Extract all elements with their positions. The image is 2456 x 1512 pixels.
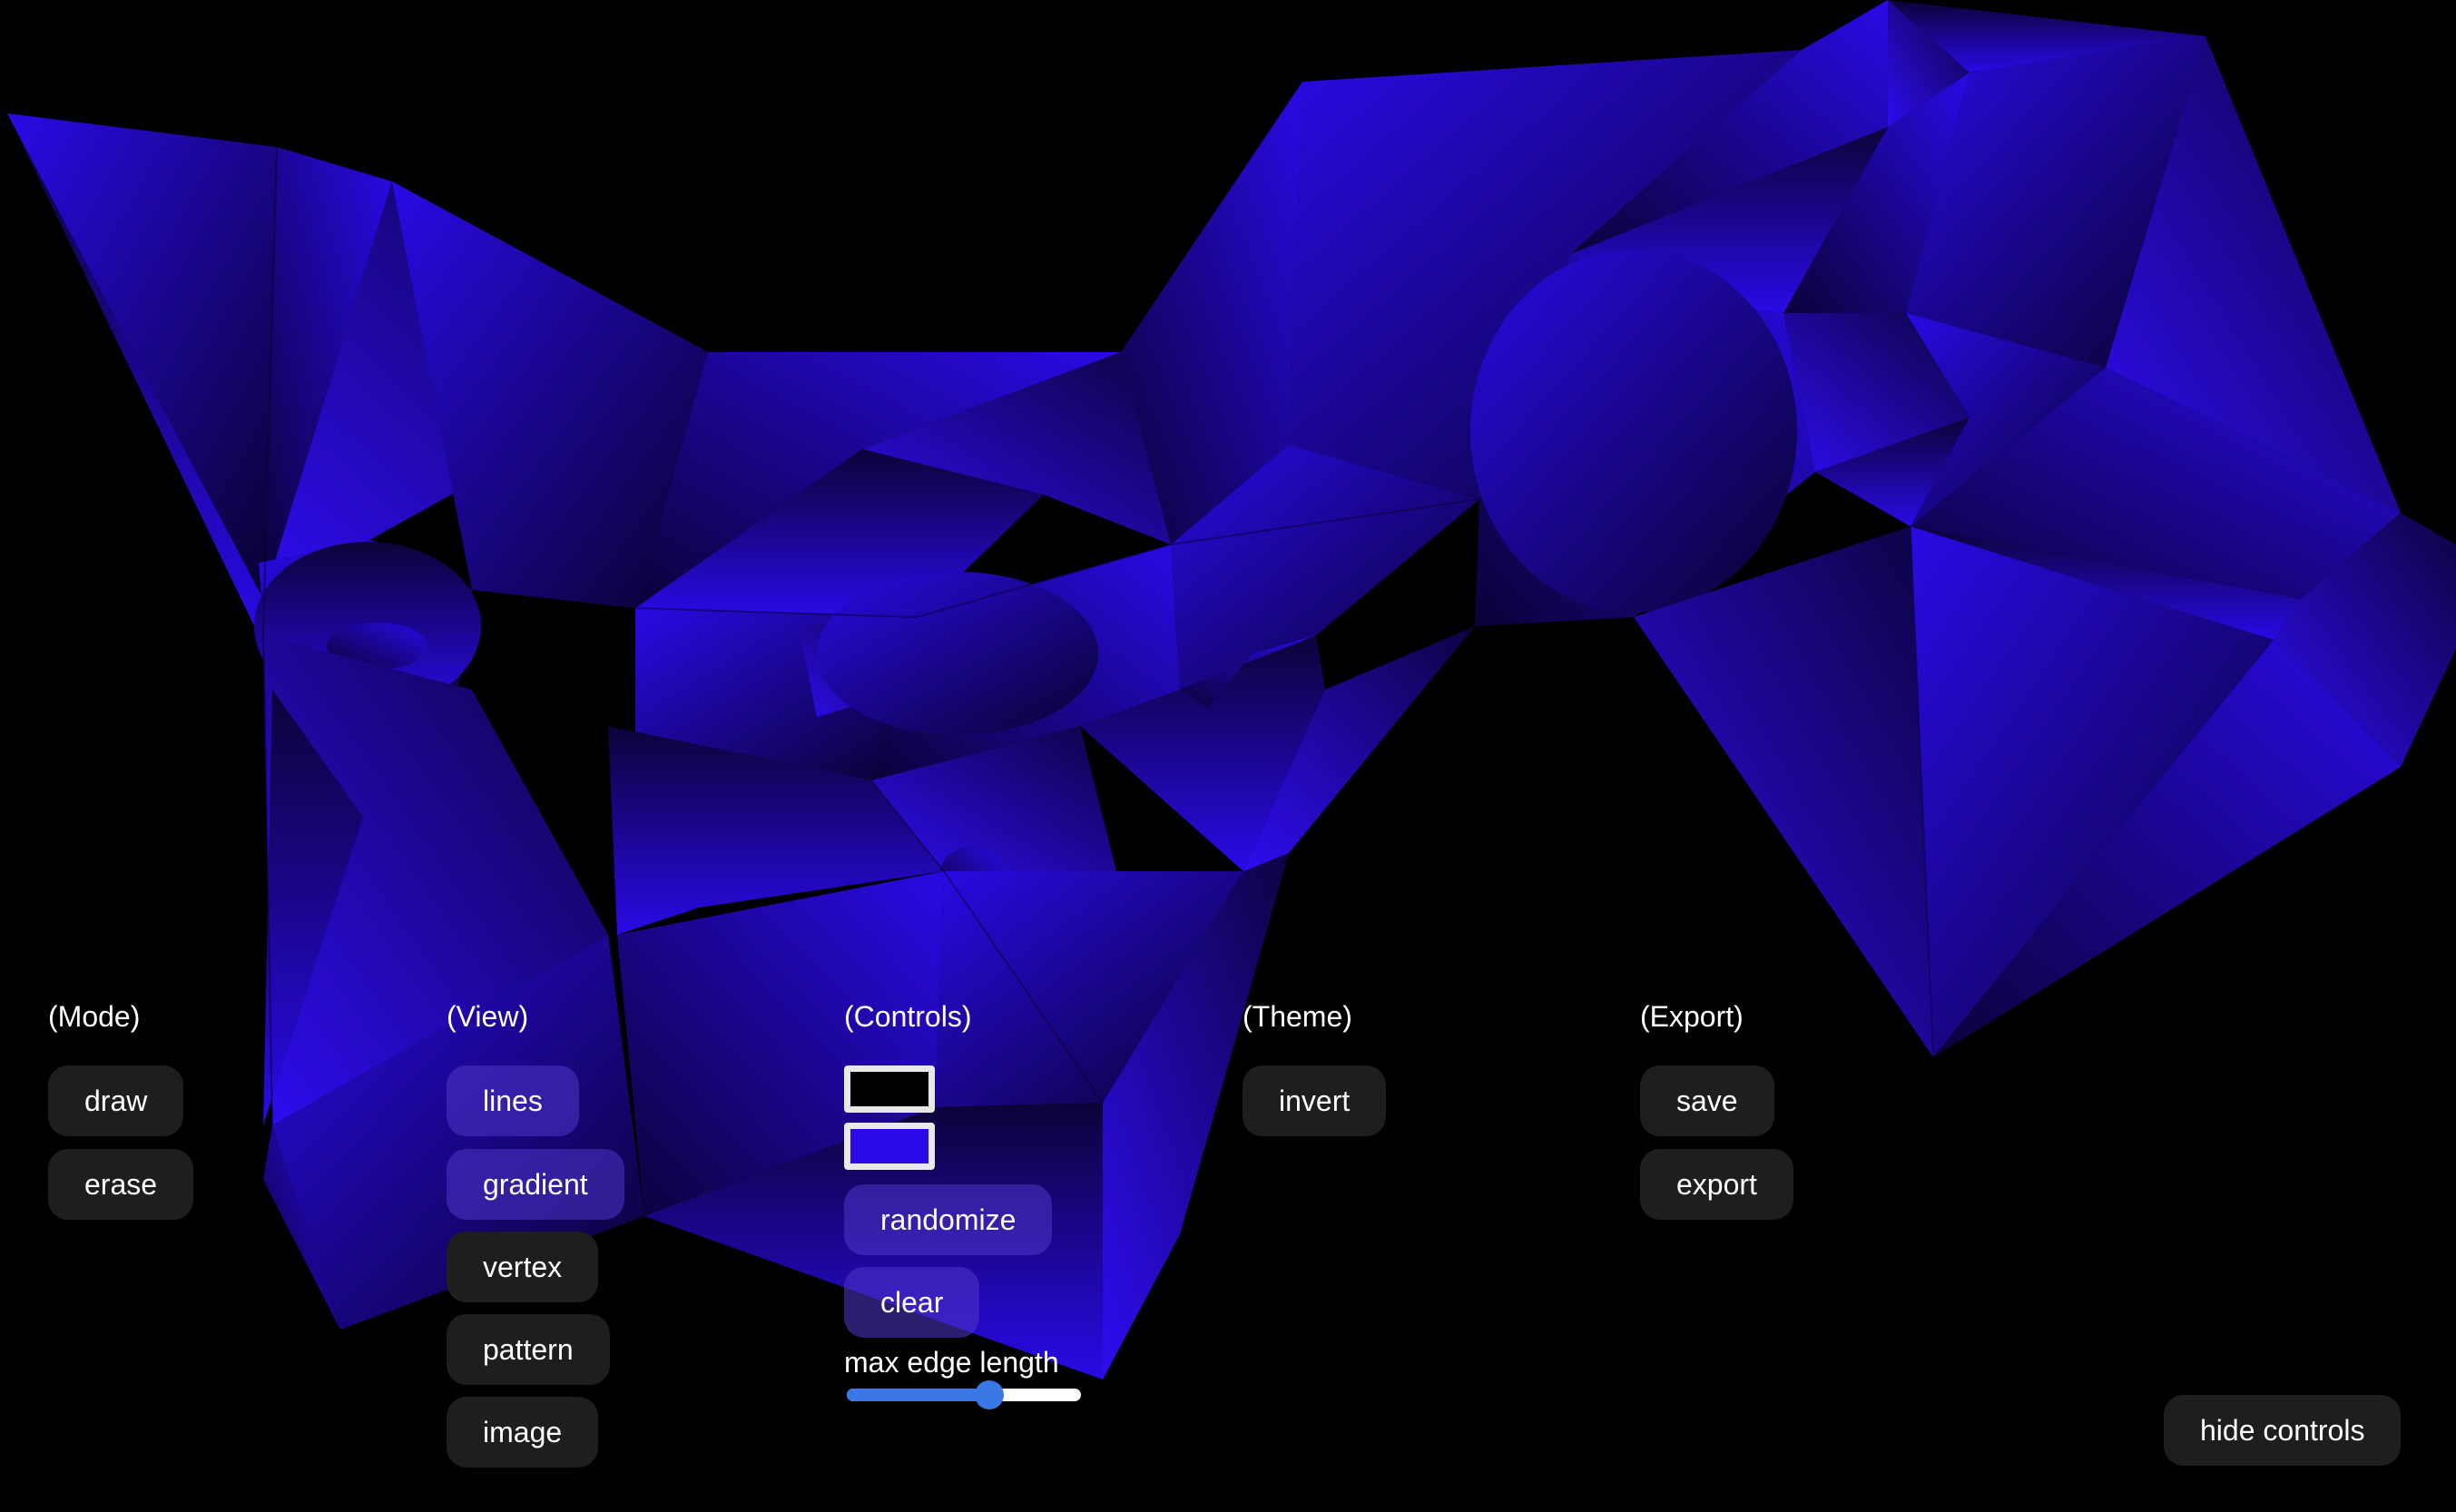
pattern-button[interactable]: pattern [447,1314,610,1385]
invert-button[interactable]: invert [1243,1065,1387,1136]
background-color-swatch[interactable] [844,1065,935,1113]
erase-button[interactable]: erase [48,1149,194,1220]
controls-label: (Controls) [844,1000,972,1033]
theme-label: (Theme) [1243,1000,1352,1033]
max-edge-length-slider[interactable] [847,1380,1081,1409]
slider-thumb[interactable] [975,1380,1004,1409]
export-label: (Export) [1640,1000,1744,1033]
app-stage: (Mode) draw erase (View) lines gradient … [0,0,2456,1512]
save-button[interactable]: save [1640,1065,1774,1136]
triangulation-canvas[interactable] [0,0,2456,1512]
gradient-button[interactable]: gradient [447,1149,624,1220]
view-label: (View) [447,1000,529,1033]
max-edge-length-label: max edge length [844,1346,1059,1379]
image-button[interactable]: image [447,1397,599,1468]
mode-label: (Mode) [48,1000,141,1033]
draw-button[interactable]: draw [48,1065,184,1136]
lines-button[interactable]: lines [447,1065,579,1136]
foreground-color-swatch[interactable] [844,1123,935,1170]
export-button[interactable]: export [1640,1149,1793,1220]
clear-button[interactable]: clear [844,1267,980,1338]
hide-controls-button[interactable]: hide controls [2164,1395,2402,1466]
slider-fill [847,1389,989,1401]
randomize-button[interactable]: randomize [844,1184,1053,1255]
mesh-group [7,0,2456,1379]
vertex-button[interactable]: vertex [447,1232,599,1302]
